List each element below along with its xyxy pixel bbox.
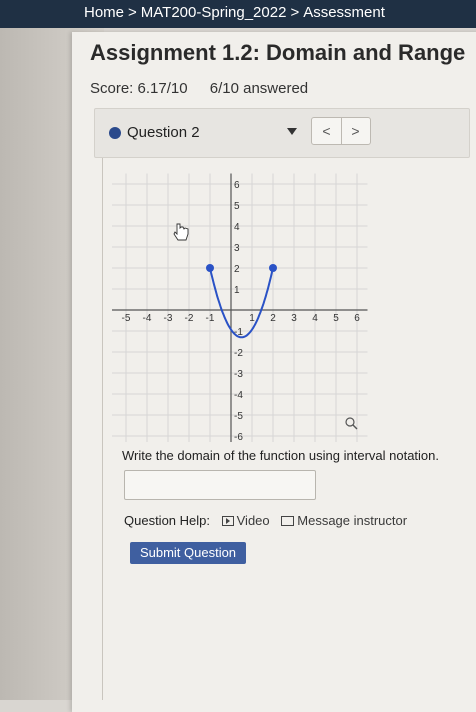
y-tick-label: -3: [234, 369, 243, 380]
x-tick-label: 3: [291, 313, 297, 324]
question-status-dot-icon: [109, 127, 121, 139]
breadcrumb-separator: >: [290, 4, 300, 21]
breadcrumb-course[interactable]: MAT200-Spring_2022: [141, 4, 287, 21]
x-tick-label: 6: [354, 313, 360, 324]
content-divider: [102, 120, 103, 700]
video-help-link[interactable]: Video: [221, 513, 270, 528]
score-label: Score: 6.17/10: [90, 80, 188, 97]
question-selector-card: Question 2 < >: [94, 108, 470, 158]
breadcrumb: Home > MAT200-Spring_2022 > Assessment: [84, 4, 385, 21]
x-tick-label: -1: [206, 313, 215, 324]
message-instructor-link[interactable]: Message instructor: [281, 513, 407, 528]
page-title: Assignment 1.2: Domain and Range: [90, 40, 466, 65]
question-help-label: Question Help:: [124, 513, 210, 528]
submit-question-button[interactable]: Submit Question: [130, 542, 246, 564]
curve-end-point: [269, 264, 277, 272]
previous-question-button[interactable]: <: [312, 118, 342, 144]
y-tick-label: -4: [234, 390, 243, 401]
question-help: Question Help: Video Message instructor: [124, 513, 407, 528]
y-tick-label: -5: [234, 411, 243, 422]
video-icon: [221, 515, 234, 526]
y-tick-label: 4: [234, 222, 240, 233]
caret-down-icon: [287, 128, 297, 135]
y-tick-label: 1: [234, 285, 240, 296]
message-link-label: Message instructor: [297, 513, 408, 528]
y-tick-labels: 654321-1-2-3-4-5-6: [234, 180, 243, 442]
x-tick-label: -5: [122, 313, 131, 324]
x-tick-label: -4: [143, 313, 152, 324]
x-tick-labels: -6-5-4-3-2-1123456: [122, 313, 361, 324]
x-tick-label: -2: [185, 313, 194, 324]
domain-answer-input[interactable]: [124, 470, 316, 500]
question-nav-buttons: < >: [311, 117, 371, 145]
y-tick-label: 6: [234, 180, 240, 191]
y-tick-label: 3: [234, 243, 240, 254]
next-question-button[interactable]: >: [341, 118, 370, 144]
breadcrumb-separator: >: [128, 4, 137, 21]
top-navigation-bar: Home > MAT200-Spring_2022 > Assessment: [0, 0, 476, 28]
y-tick-label: 5: [234, 201, 240, 212]
x-tick-label: 4: [312, 313, 318, 324]
x-tick-label: 5: [333, 313, 339, 324]
video-link-label: Video: [236, 513, 270, 528]
y-tick-label: -6: [234, 432, 243, 442]
question-prompt: Write the domain of the function using i…: [122, 448, 440, 463]
x-tick-label: -3: [164, 313, 173, 324]
question-label: Question 2: [127, 124, 200, 141]
answered-count: 6/10 answered: [209, 80, 309, 97]
y-tick-label: 2: [234, 264, 240, 275]
x-tick-label: 2: [270, 313, 276, 324]
magnify-icon[interactable]: [345, 417, 358, 430]
envelope-icon: [281, 515, 295, 526]
breadcrumb-home[interactable]: Home: [84, 4, 124, 21]
graph-axes: [112, 173, 368, 442]
breadcrumb-assessment: Assessment: [303, 4, 385, 21]
x-tick-label: 1: [249, 313, 255, 324]
function-graph: -6-5-4-3-2-1123456 654321-1-2-3-4-5-6: [112, 173, 368, 442]
graph-grid: [112, 173, 368, 442]
question-dropdown[interactable]: Question 2: [105, 121, 305, 145]
score-summary: Score: 6.17/10 6/10 answered: [90, 80, 308, 97]
curve-start-point: [206, 264, 214, 272]
y-tick-label: -2: [234, 348, 243, 359]
